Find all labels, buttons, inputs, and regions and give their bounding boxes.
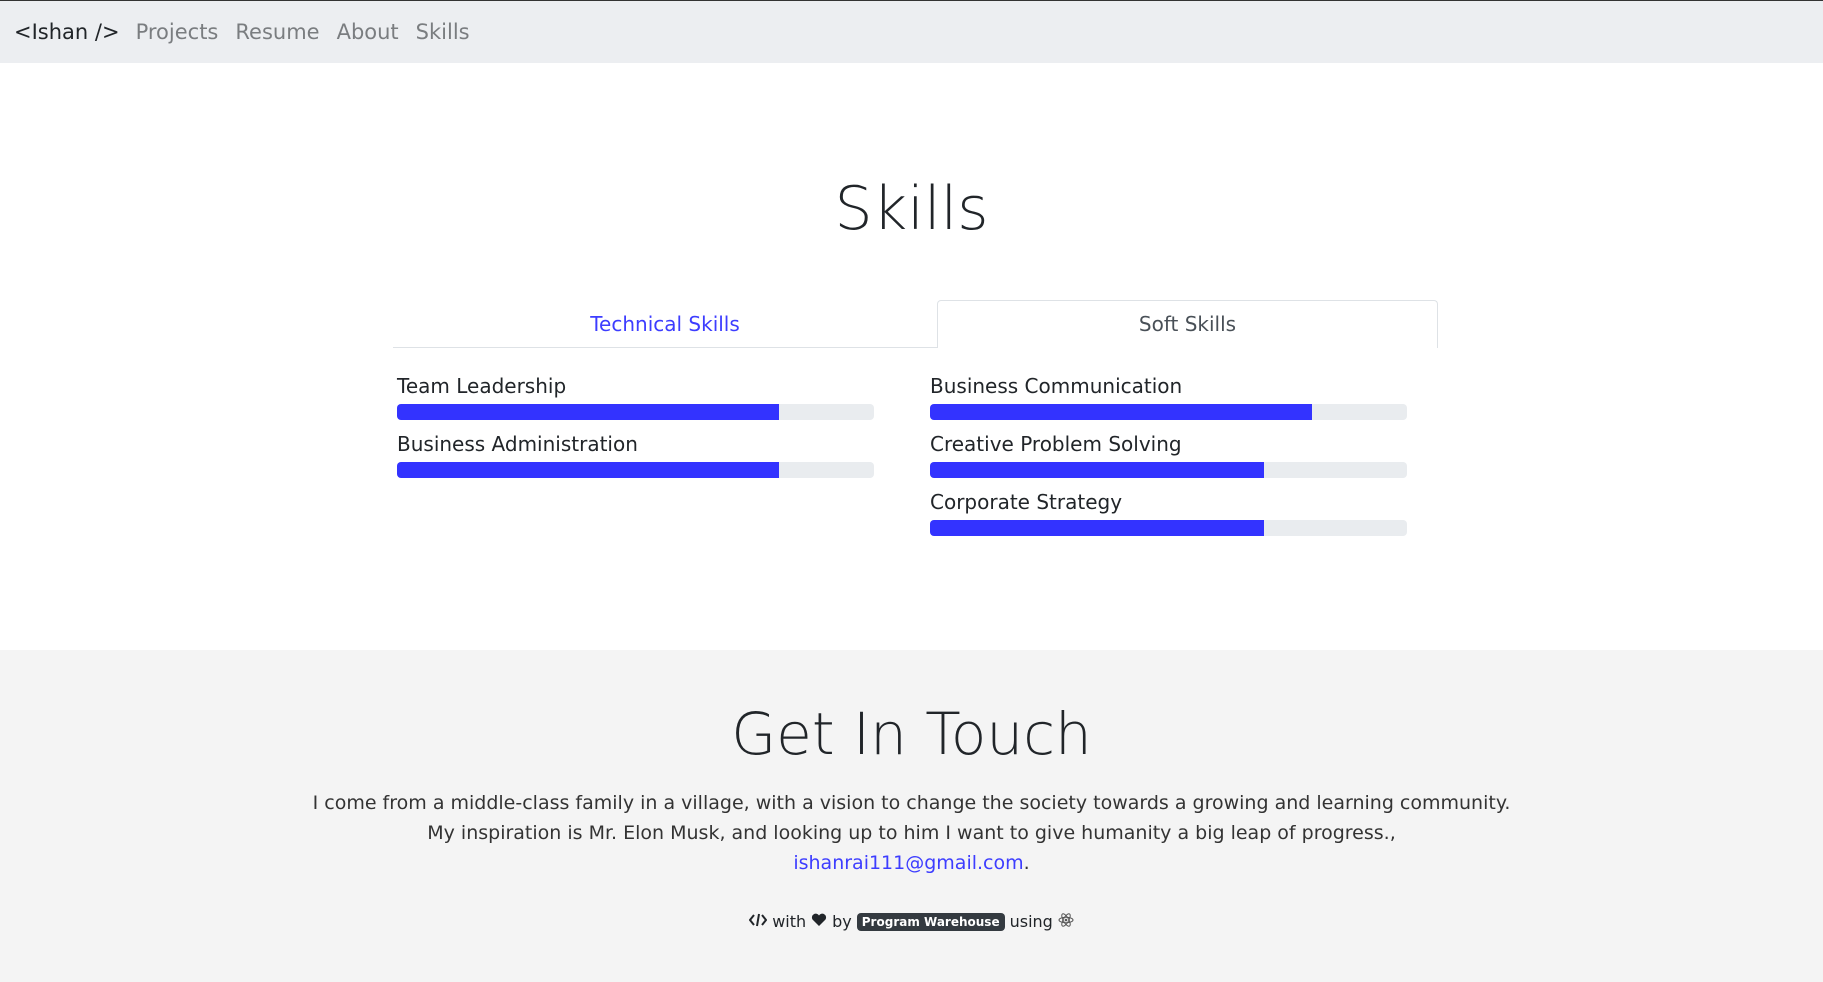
progress-bar (930, 462, 1407, 478)
skill-item: Business Communication (930, 372, 1408, 430)
nav-link-resume[interactable]: Resume (235, 20, 319, 44)
contact-text: I come from a middle-class family in a v… (0, 788, 1823, 878)
program-warehouse-badge[interactable]: Program Warehouse (856, 912, 1005, 931)
skills-title: Skills (834, 174, 989, 244)
contact-section: Get In Touch I come from a middle-class … (0, 650, 1823, 982)
contact-line-1: I come from a middle-class family in a v… (312, 792, 1511, 814)
react-icon (1058, 912, 1074, 931)
nav-link-skills[interactable]: Skills (416, 20, 470, 44)
skill-item: Business Administration (397, 430, 875, 488)
contact-email-line: ishanrai111@gmail.com. (0, 848, 1823, 878)
brand-logo[interactable]: <Ishan /> (14, 20, 120, 44)
skills-tabs: Technical Skills Soft Skills (393, 300, 1438, 348)
nav-link-about[interactable]: About (337, 20, 399, 44)
email-suffix: . (1023, 852, 1030, 874)
skill-item: Corporate Strategy (930, 488, 1408, 546)
footer-using: using (1009, 912, 1053, 931)
progress-bar (397, 462, 874, 478)
progress-bar (397, 404, 874, 420)
navbar: <Ishan /> Projects Resume About Skills (0, 0, 1823, 63)
footer: with by Program Warehouse using (0, 912, 1823, 931)
tab-technical-skills[interactable]: Technical Skills (393, 300, 937, 348)
skills-column-right: Business Communication Creative Problem … (930, 372, 1408, 546)
skill-label: Business Administration (397, 432, 638, 456)
skill-label: Corporate Strategy (930, 490, 1123, 514)
contact-line-2: My inspiration is Mr. Elon Musk, and loo… (427, 822, 1396, 844)
skill-label: Team Leadership (397, 374, 567, 398)
progress-fill (397, 462, 779, 478)
skills-column-left: Team Leadership Business Administration (397, 372, 875, 488)
nav-link-projects[interactable]: Projects (136, 20, 219, 44)
skill-label: Creative Problem Solving (930, 432, 1182, 456)
code-icon (748, 913, 768, 930)
skill-item: Creative Problem Solving (930, 430, 1408, 488)
skill-label: Business Communication (930, 374, 1183, 398)
progress-bar (930, 520, 1407, 536)
email-link[interactable]: ishanrai111@gmail.com (793, 852, 1023, 874)
progress-fill (930, 404, 1312, 420)
progress-fill (397, 404, 779, 420)
footer-with: with (772, 912, 807, 931)
contact-title: Get In Touch (731, 700, 1092, 768)
footer-by: by (832, 912, 852, 931)
tab-soft-skills[interactable]: Soft Skills (937, 300, 1438, 348)
progress-fill (930, 520, 1264, 536)
progress-bar (930, 404, 1407, 420)
heart-icon (811, 913, 827, 930)
skill-item: Team Leadership (397, 372, 875, 430)
progress-fill (930, 462, 1264, 478)
